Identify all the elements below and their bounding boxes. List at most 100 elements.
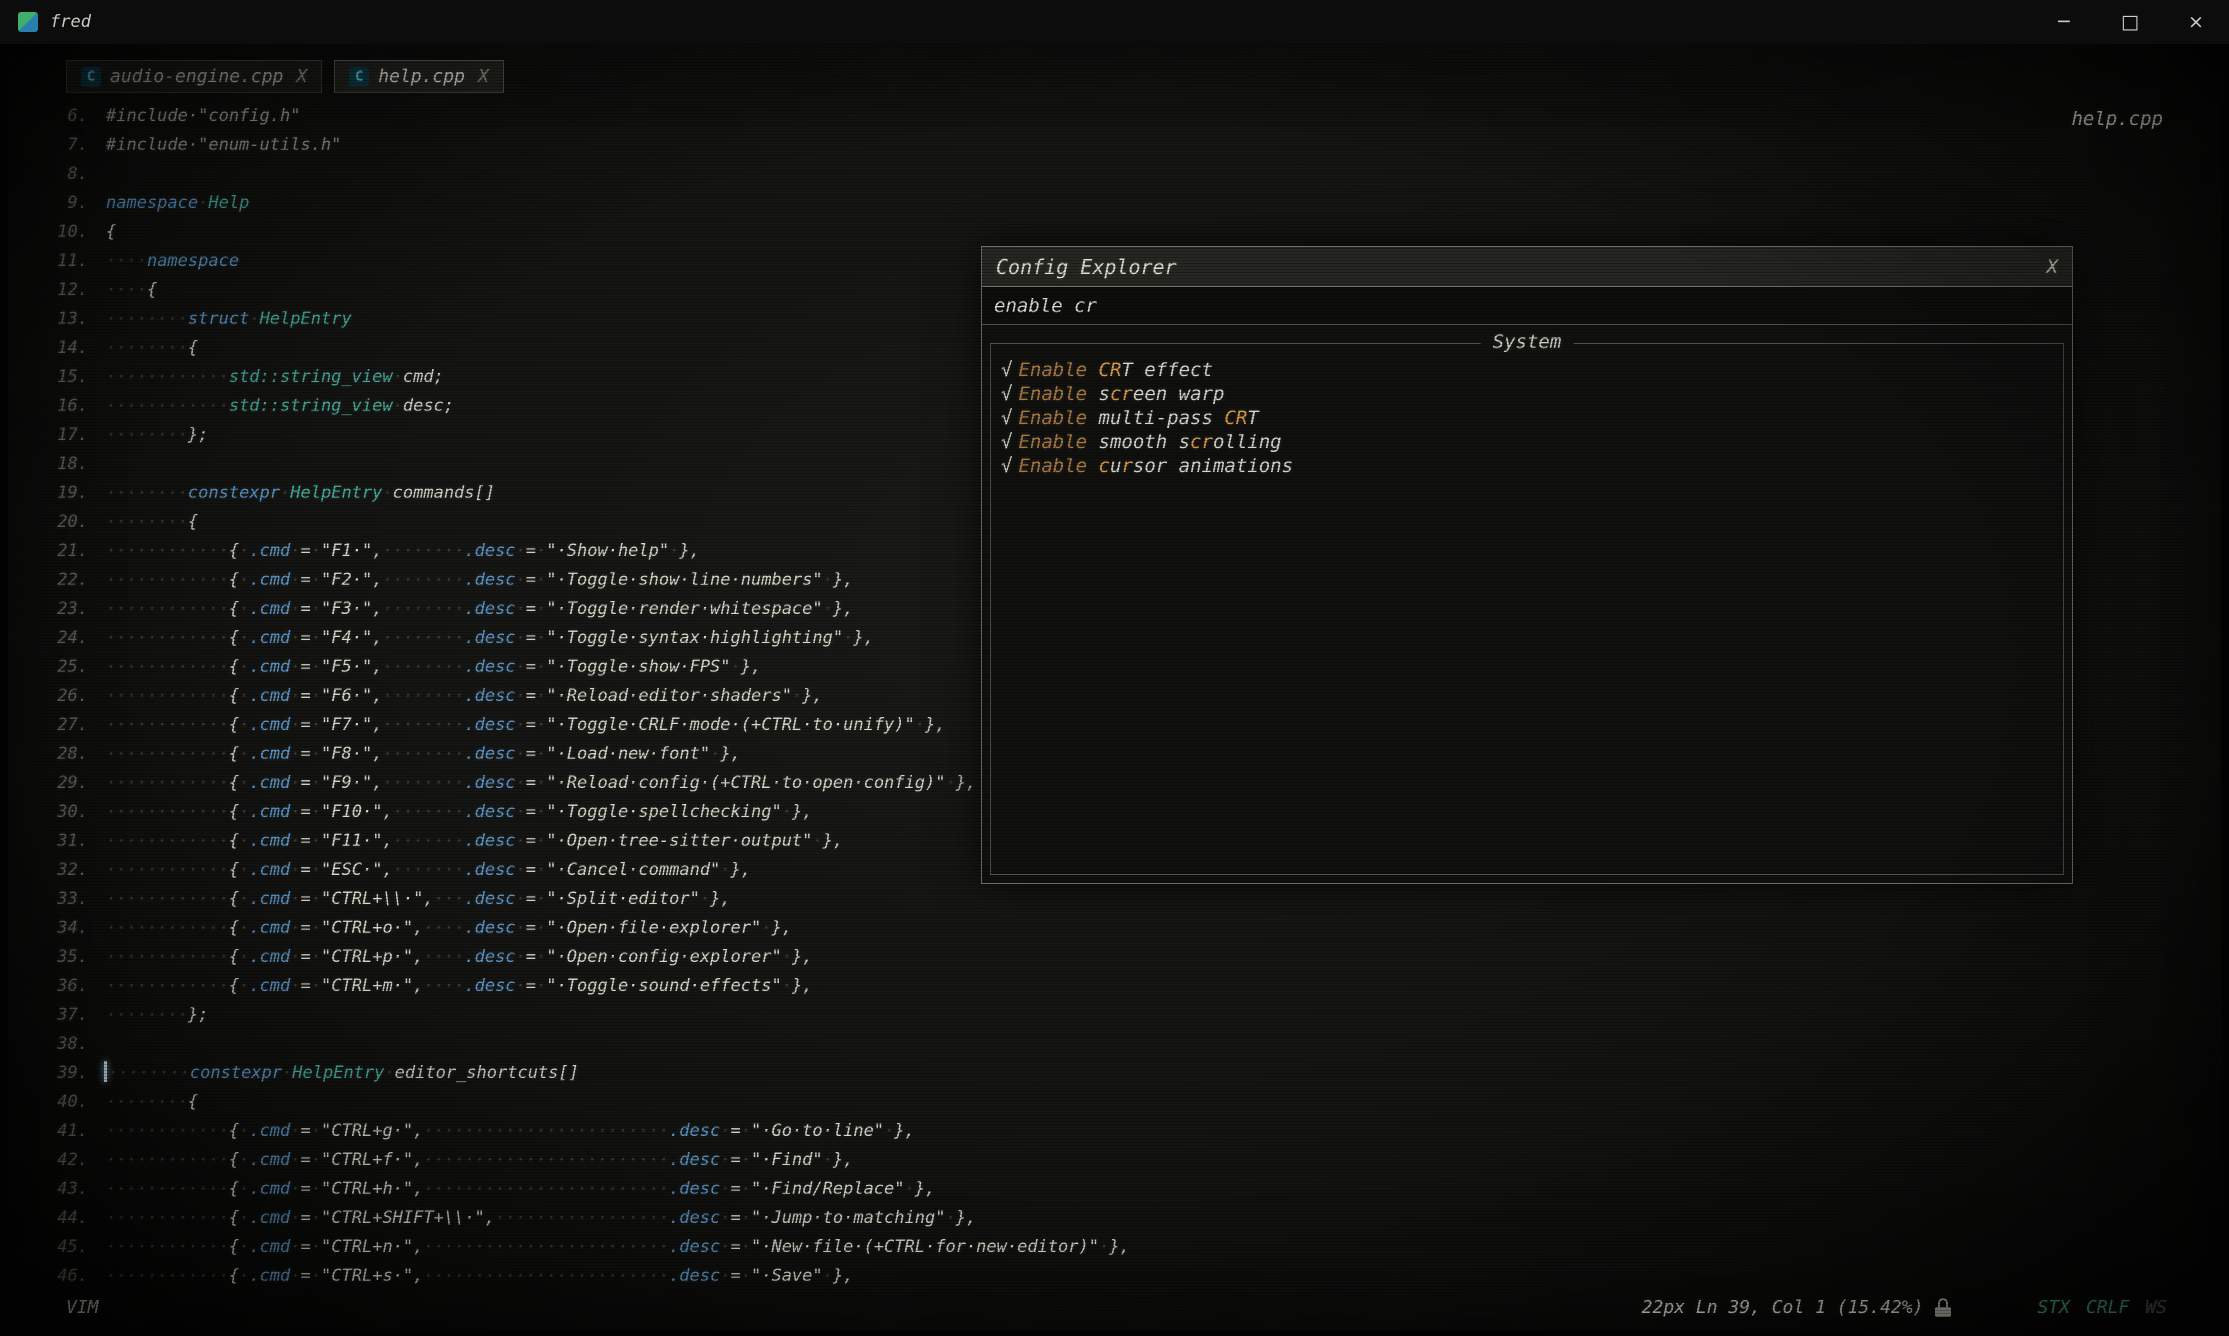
close-button[interactable]: ×	[2163, 0, 2229, 44]
line-text: ············{·.cmd·=·"CTRL+o·",····.desc…	[106, 914, 792, 943]
line-number: 37.	[30, 1001, 88, 1030]
line-number: 27.	[30, 711, 88, 740]
maximize-button[interactable]: □	[2097, 0, 2163, 44]
config-option[interactable]: √Enable smooth scrolling	[1001, 430, 2053, 454]
line-text: ········{	[106, 1088, 198, 1117]
current-file-label: help.cpp	[2071, 108, 2163, 130]
line-number: 26.	[30, 682, 88, 711]
line-number: 45.	[30, 1233, 88, 1262]
checkbox-checked-icon[interactable]: √	[1001, 407, 1012, 429]
option-label-segment: olling	[1213, 431, 1282, 453]
cpp-file-icon: C	[81, 67, 101, 87]
tab-audio-engine-cpp[interactable]: C audio-engine.cpp X	[66, 60, 322, 93]
option-label-segment: c	[1099, 455, 1110, 477]
options-list: √Enable CRT effect√Enable screen warp√En…	[991, 344, 2063, 492]
status-bar: VIM 22px Ln 39, Col 1 (15.42%) STXCRLFWS	[66, 1297, 2167, 1318]
config-option[interactable]: √Enable CRT effect	[1001, 358, 2053, 382]
line-number: 21.	[30, 537, 88, 566]
code-line[interactable]: 41.············{·.cmd·=·"CTRL+g·",······…	[30, 1117, 2215, 1146]
config-option[interactable]: √Enable multi-pass CRT	[1001, 406, 2053, 430]
window-title: fred	[50, 12, 91, 32]
option-label-segment: een warp	[1133, 383, 1225, 405]
code-line[interactable]: 39. ········constexpr·HelpEntry·editor_sh…	[30, 1059, 2215, 1088]
line-number: 29.	[30, 769, 88, 798]
code-line[interactable]: 35.············{·.cmd·=·"CTRL+p·",····.d…	[30, 943, 2215, 972]
config-option[interactable]: √Enable screen warp	[1001, 382, 2053, 406]
line-text: ············{·.cmd·=·"CTRL+f·",·········…	[106, 1146, 853, 1175]
tab-close-icon[interactable]: X	[296, 66, 307, 87]
line-number: 33.	[30, 885, 88, 914]
code-line[interactable]: 43.············{·.cmd·=·"CTRL+h·",······…	[30, 1175, 2215, 1204]
tab-label: help.cpp	[378, 66, 465, 87]
close-icon[interactable]: X	[2047, 256, 2058, 278]
code-line[interactable]: 46.············{·.cmd·=·"CTRL+s·",······…	[30, 1262, 2215, 1291]
line-text: #include·"config.h"	[106, 102, 300, 131]
line-number: 23.	[30, 595, 88, 624]
line-text: ············{·.cmd·=·"CTRL+m·",····.desc…	[106, 972, 812, 1001]
search-input[interactable]	[994, 295, 2060, 317]
line-number: 15.	[30, 363, 88, 392]
checkbox-checked-icon[interactable]: √	[1001, 431, 1012, 453]
line-number: 8.	[30, 160, 88, 189]
line-number: 30.	[30, 798, 88, 827]
line-number: 20.	[30, 508, 88, 537]
line-number: 10.	[30, 218, 88, 247]
code-line[interactable]: 10. {	[30, 218, 2215, 247]
line-number: 7.	[30, 131, 88, 160]
minimize-button[interactable]: ─	[2031, 0, 2097, 44]
line-text: ············{·.cmd·=·"F6·",········.desc…	[106, 682, 823, 711]
code-line[interactable]: 45.············{·.cmd·=·"CTRL+n·",······…	[30, 1233, 2215, 1262]
status-right: 22px Ln 39, Col 1 (15.42%) STXCRLFWS	[1642, 1297, 2167, 1318]
line-number: 35.	[30, 943, 88, 972]
status-flag: CRLF	[2086, 1297, 2129, 1318]
popup-title: Config Explorer	[996, 255, 1177, 279]
code-line[interactable]: 7.#include·"enum-utils.h"	[30, 131, 2215, 160]
line-text: ········constexpr·HelpEntry·editor_short…	[106, 1059, 579, 1088]
line-number: 36.	[30, 972, 88, 1001]
code-line[interactable]: 9.namespace·Help	[30, 189, 2215, 218]
line-text: {	[106, 218, 116, 247]
line-text: ············{·.cmd·=·"CTRL+SHIFT+\\·",··…	[106, 1204, 976, 1233]
option-label-segment: cr	[1190, 431, 1213, 453]
line-number: 22.	[30, 566, 88, 595]
code-line[interactable]: 42.············{·.cmd·=·"CTRL+f·",······…	[30, 1146, 2215, 1175]
line-text: ············{·.cmd·=·"ESC·",·······.desc…	[106, 856, 751, 885]
line-text: namespace·Help	[106, 189, 249, 218]
window-controls: ─ □ ×	[2031, 0, 2229, 44]
code-line[interactable]: 36. ············{·.cmd·=·"CTRL+m·",····.d…	[30, 972, 2215, 1001]
option-label-segment: r	[1121, 455, 1132, 477]
code-line[interactable]: 44. ············{·.cmd·=·"CTRL+SHIFT+\\·"…	[30, 1204, 2215, 1233]
checkbox-checked-icon[interactable]: √	[1001, 455, 1012, 477]
config-option[interactable]: √Enable cursor animations	[1001, 454, 2053, 478]
code-line[interactable]: 6.#include·"config.h"	[30, 102, 2215, 131]
line-number: 24.	[30, 624, 88, 653]
code-line[interactable]: 38.	[30, 1030, 2215, 1059]
status-flags: STXCRLFWS	[2037, 1297, 2167, 1318]
cursor-position-info: 22px Ln 39, Col 1 (15.42%)	[1642, 1297, 1924, 1318]
code-line[interactable]: 33.············{·.cmd·=·"CTRL+\\·",···.d…	[30, 885, 2215, 914]
code-line[interactable]: 37.········};	[30, 1001, 2215, 1030]
code-line[interactable]: 34. ············{·.cmd·=·"CTRL+o·",····.d…	[30, 914, 2215, 943]
checkbox-checked-icon[interactable]: √	[1001, 383, 1012, 405]
option-label-segment: u	[1110, 455, 1121, 477]
code-line[interactable]: 40. ········{	[30, 1088, 2215, 1117]
code-line[interactable]: 8.	[30, 160, 2215, 189]
line-number: 43.	[30, 1175, 88, 1204]
line-number: 31.	[30, 827, 88, 856]
line-number: 40.	[30, 1088, 88, 1117]
line-text: ············{·.cmd·=·"CTRL+s·",·········…	[106, 1262, 853, 1291]
line-number: 39.	[30, 1059, 88, 1088]
line-text: ············{·.cmd·=·"F1·",········.desc…	[106, 537, 700, 566]
line-number: 34.	[30, 914, 88, 943]
lock-icon	[1935, 1298, 1951, 1317]
line-text: ············{·.cmd·=·"F5·",········.desc…	[106, 653, 761, 682]
checkbox-checked-icon[interactable]: √	[1001, 359, 1012, 381]
line-number: 11.	[30, 247, 88, 276]
tab-close-icon[interactable]: X	[478, 66, 489, 87]
line-text: ········constexpr·HelpEntry·commands[]	[106, 479, 495, 508]
option-label-segment: Enable	[1018, 383, 1098, 405]
line-number: 44.	[30, 1204, 88, 1233]
tab-help-cpp[interactable]: C help.cpp X	[334, 60, 504, 93]
status-flag: WS	[2145, 1297, 2167, 1318]
editor-screen: C audio-engine.cpp X C help.cpp X help.c…	[8, 44, 2221, 1330]
